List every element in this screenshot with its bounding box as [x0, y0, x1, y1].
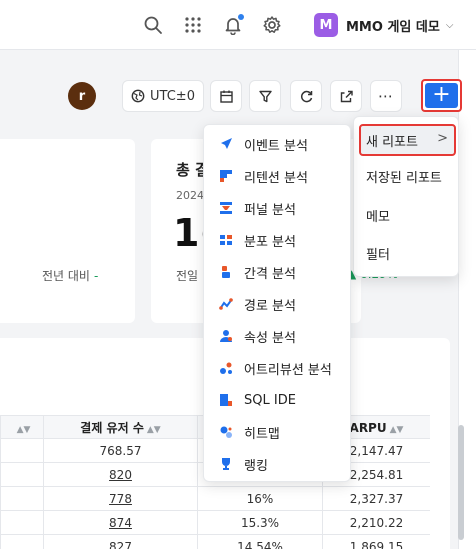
col-header-paying-users[interactable]: 결제 유저 수 ▲▼: [43, 416, 197, 440]
sort-icon[interactable]: ▲▼: [17, 425, 31, 435]
notification-bell-icon[interactable]: [221, 13, 245, 37]
workspace-selector[interactable]: M MMO 게임 데모 ⌵: [314, 12, 453, 38]
table-row: 778 16% 2,327.37: [0, 487, 430, 511]
submenu-item-event-analysis[interactable]: 이벤트 분석: [218, 131, 308, 157]
plus-icon: +: [425, 83, 458, 108]
distribution-analysis-icon: [218, 232, 234, 248]
path-analysis-icon: [218, 296, 234, 312]
calendar-button[interactable]: [210, 80, 242, 112]
menu-item-memo[interactable]: 메모: [366, 206, 390, 225]
property-analysis-icon: [218, 328, 234, 344]
add-dropdown-menu: 새 리포트 > 저장된 리포트 메모 필터: [353, 116, 459, 277]
table-row: 874 15.3% 2,210.22: [0, 511, 430, 535]
funnel-analysis-icon: [218, 200, 234, 216]
menu-item-saved-reports[interactable]: 저장된 리포트: [366, 167, 442, 186]
yoy-label: 전년 대비: [42, 269, 90, 283]
menu-item-filter[interactable]: 필터: [366, 244, 390, 263]
cell-link[interactable]: 874: [109, 516, 132, 530]
top-bar: M MMO 게임 데모 ⌵: [0, 0, 476, 50]
more-dots-icon: ⋯: [378, 87, 394, 105]
chevron-right-icon: >: [437, 131, 448, 146]
event-analysis-icon: [218, 136, 234, 152]
ranking-trophy-icon: [218, 456, 234, 472]
user-avatar[interactable]: r: [68, 82, 96, 110]
submenu-item-retention-analysis[interactable]: 리텐션 분석: [218, 163, 308, 189]
heatmap-icon: [218, 424, 234, 440]
add-button[interactable]: +: [421, 79, 462, 112]
new-report-submenu: 이벤트 분석 리텐션 분석 퍼널 분석 분포 분석 간격 분석 경로 분석 속성…: [203, 124, 351, 482]
timezone-button[interactable]: UTC±0: [122, 80, 204, 112]
filter-icon: [258, 90, 272, 102]
submenu-item-path-analysis[interactable]: 경로 분석: [218, 291, 296, 317]
submenu-item-distribution-analysis[interactable]: 분포 분석: [218, 227, 296, 253]
share-export-button[interactable]: [330, 80, 362, 112]
cell-link[interactable]: 778: [109, 492, 132, 506]
yoy-comparison: 전년 대비 -: [42, 267, 98, 284]
submenu-item-funnel-analysis[interactable]: 퍼널 분석: [218, 195, 296, 221]
sql-ide-icon: [218, 392, 234, 408]
submenu-item-attribution-analysis[interactable]: 어트리뷰션 분석: [218, 355, 332, 381]
sort-icon: ▲▼: [389, 425, 404, 435]
cell-link[interactable]: 827: [109, 540, 132, 549]
refresh-icon: [300, 90, 312, 102]
retention-analysis-icon: [218, 168, 234, 184]
search-icon[interactable]: [141, 13, 165, 37]
submenu-item-heatmap[interactable]: 히트맵: [218, 419, 280, 445]
filter-button[interactable]: [249, 80, 281, 112]
apps-grid-icon[interactable]: [181, 13, 205, 37]
calendar-icon: [219, 90, 233, 103]
cell-link[interactable]: 820: [109, 468, 132, 482]
workspace-badge: M: [314, 13, 338, 37]
workspace-name: MMO 게임 데모: [346, 19, 440, 35]
export-icon: [340, 90, 353, 102]
interval-analysis-icon: [218, 264, 234, 280]
table-row: 827 14.54% 1,869.15: [0, 535, 430, 549]
globe-icon: [131, 89, 145, 103]
menu-item-new-report[interactable]: 새 리포트 >: [359, 124, 456, 156]
sort-icon: ▲▼: [146, 425, 161, 435]
yoy-value: -: [93, 269, 99, 283]
timezone-label: UTC±0: [150, 88, 195, 104]
kpi-date: 2024: [176, 189, 204, 202]
more-options-button[interactable]: ⋯: [370, 80, 402, 112]
kpi-card-left: 전년 대비 -: [0, 139, 135, 323]
submenu-item-property-analysis[interactable]: 속성 분석: [218, 323, 296, 349]
refresh-button[interactable]: [290, 80, 322, 112]
submenu-item-ranking[interactable]: 랭킹: [218, 451, 268, 477]
notification-dot: [238, 14, 244, 20]
chevron-down-icon: ⌵: [445, 19, 454, 31]
vertical-scrollbar[interactable]: [458, 425, 464, 540]
settings-gear-icon[interactable]: [260, 13, 284, 37]
submenu-item-sql-ide[interactable]: SQL IDE: [218, 387, 296, 413]
submenu-item-interval-analysis[interactable]: 간격 분석: [218, 259, 296, 285]
attribution-analysis-icon: [218, 360, 234, 376]
kpi-prev-label: 전일: [176, 269, 199, 283]
